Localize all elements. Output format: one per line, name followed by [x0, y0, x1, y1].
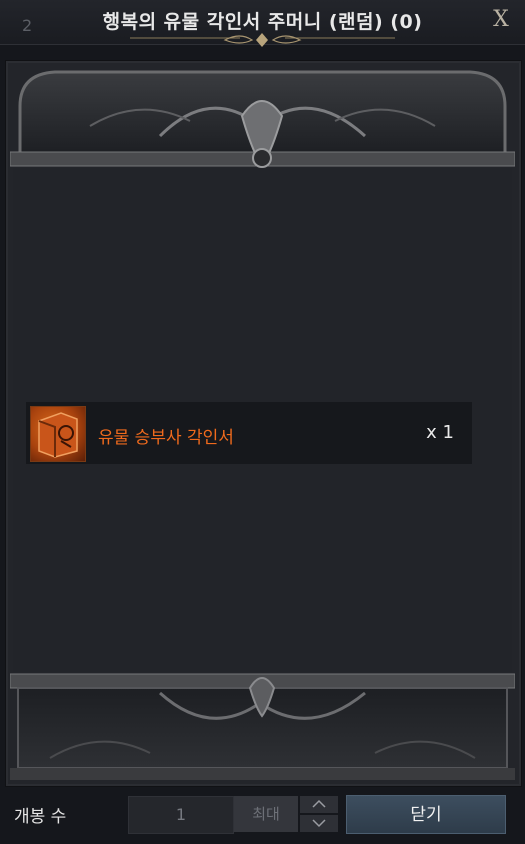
- open-count-label: 개봉 수: [14, 807, 67, 827]
- chevron-up-icon: [312, 799, 326, 808]
- open-count-input[interactable]: 1: [128, 796, 234, 834]
- close-button[interactable]: 닫기: [346, 795, 506, 834]
- reward-item-name: 유물 승부사 각인서: [98, 428, 234, 448]
- reward-item-quantity: x 1: [426, 422, 454, 443]
- frame-bottom-ornament-icon: [10, 673, 515, 780]
- increment-button[interactable]: [300, 796, 338, 813]
- engraving-book-icon: [30, 406, 86, 462]
- close-icon[interactable]: X: [489, 8, 513, 32]
- decrement-button[interactable]: [300, 815, 338, 832]
- max-button[interactable]: 최대: [234, 796, 298, 832]
- chevron-down-icon: [312, 819, 326, 828]
- reward-item-row[interactable]: 유물 승부사 각인서 x 1: [26, 402, 472, 464]
- frame-top-ornament-icon: [10, 70, 515, 168]
- window-titlebar: 2 행복의 유물 각인서 주머니 (랜덤) (0) X: [0, 0, 525, 47]
- title-ornament-icon: [130, 33, 395, 47]
